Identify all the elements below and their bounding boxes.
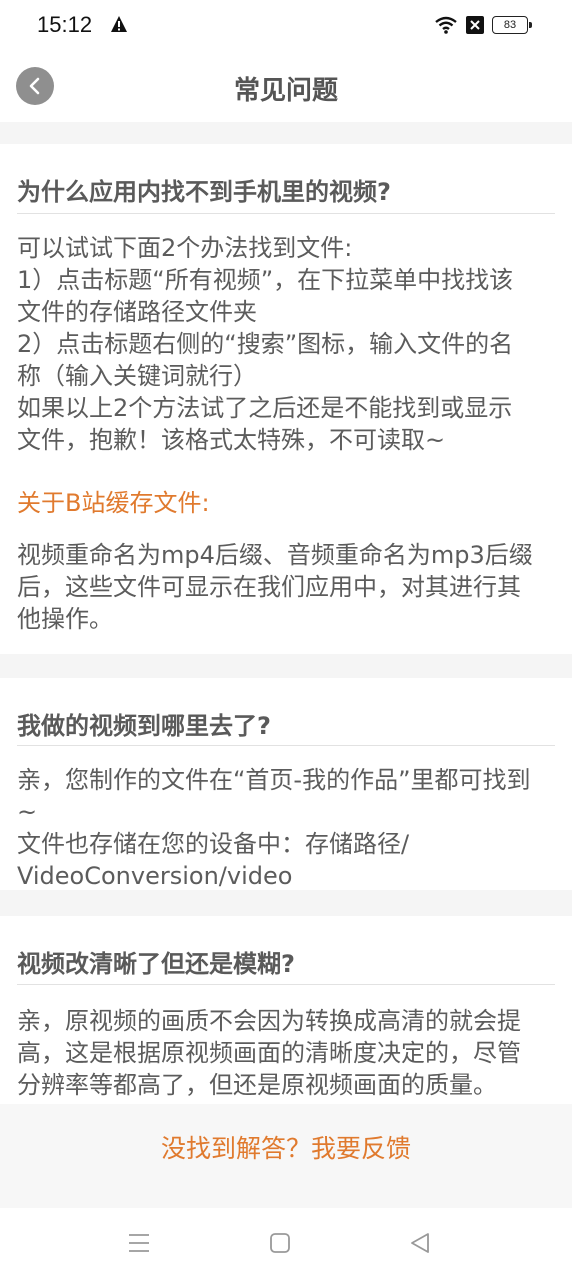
faq-question: 我做的视频到哪里去了? [17, 712, 271, 740]
wifi-icon [435, 16, 457, 34]
system-nav-bar [0, 1208, 572, 1280]
menu-icon[interactable] [126, 1230, 152, 1256]
answer-line: VideoConversion/video [17, 862, 293, 890]
page-title: 常见问题 [233, 76, 338, 106]
answer-line: 高，这是根据原视频画面的清晰度决定的，尽管 [17, 1039, 521, 1067]
section-separator [0, 654, 572, 678]
status-icons: 83 [434, 14, 532, 36]
divider [17, 984, 555, 985]
answer-line: 视频重命名为mp4后缀、音频重命名为mp3后缀 [17, 541, 533, 569]
faq-item: 视频改清晰了但还是模糊? 亲，原视频的画质不会因为转换成高清的就会提 高，这是根… [0, 916, 572, 1104]
feedback-bar: 没找到解答？我要反馈 [0, 1104, 572, 1208]
faq-subheading: 关于B站缓存文件: [17, 489, 210, 517]
warning-icon [111, 16, 127, 32]
divider [17, 213, 555, 214]
section-separator [0, 890, 572, 916]
answer-line: 文件也存储在您的设备中：存储路径/ [17, 830, 410, 858]
answer-line: 亲，您制作的文件在“首页-我的作品”里都可找到 [17, 766, 531, 794]
faq-answer: 可以试试下面2个办法找到文件: 1）点击标题“所有视频”，在下拉菜单中找找该 文… [17, 232, 555, 456]
answer-line: 他操作。 [17, 605, 113, 633]
answer-line: 称（输入关键词就行） [17, 362, 257, 390]
back-triangle-icon[interactable] [407, 1230, 433, 1256]
answer-line: 可以试试下面2个办法找到文件: [17, 234, 353, 262]
faq-question: 视频改清晰了但还是模糊? [17, 950, 295, 978]
close-box-icon [466, 16, 484, 34]
status-time: 15:12 [37, 12, 93, 37]
faq-answer: 亲，原视频的画质不会因为转换成高清的就会提 高，这是根据原视频画面的清晰度决定的… [17, 1005, 555, 1101]
answer-line: 文件，抱歉！该格式太特殊，不可读取~ [17, 426, 446, 454]
faq-item: 为什么应用内找不到手机里的视频? 可以试试下面2个办法找到文件: 1）点击标题“… [0, 144, 572, 654]
feedback-link[interactable]: 没找到解答？我要反馈 [0, 1129, 572, 1165]
status-bar: 15:12 83 [0, 0, 572, 50]
faq-item: 我做的视频到哪里去了? 亲，您制作的文件在“首页-我的作品”里都可找到 ~ 文件… [0, 678, 572, 890]
home-icon[interactable] [267, 1230, 293, 1256]
battery-icon: 83 [492, 16, 532, 34]
section-separator [0, 122, 572, 144]
faq-answer: 亲，您制作的文件在“首页-我的作品”里都可找到 ~ 文件也存储在您的设备中：存储… [17, 764, 555, 892]
header: 常见问题 [0, 50, 572, 122]
answer-line: 后，这些文件可显示在我们应用中，对其进行其 [17, 573, 521, 601]
faq-sub-answer: 视频重命名为mp4后缀、音频重命名为mp3后缀 后，这些文件可显示在我们应用中，… [17, 539, 555, 635]
answer-line: 2）点击标题右侧的“搜索”图标，输入文件的名 [17, 330, 514, 358]
answer-line: 1）点击标题“所有视频”，在下拉菜单中找找该 [17, 266, 514, 294]
answer-line: 文件的存储路径文件夹 [17, 298, 257, 326]
answer-line: 亲，原视频的画质不会因为转换成高清的就会提 [17, 1007, 521, 1035]
answer-line: 分辨率等都高了，但还是原视频画面的质量。 [17, 1071, 497, 1099]
divider [17, 745, 555, 746]
faq-question: 为什么应用内找不到手机里的视频? [17, 178, 391, 206]
answer-line: ~ [17, 798, 38, 826]
answer-line: 如果以上2个方法试了之后还是不能找到或显示 [17, 394, 513, 422]
